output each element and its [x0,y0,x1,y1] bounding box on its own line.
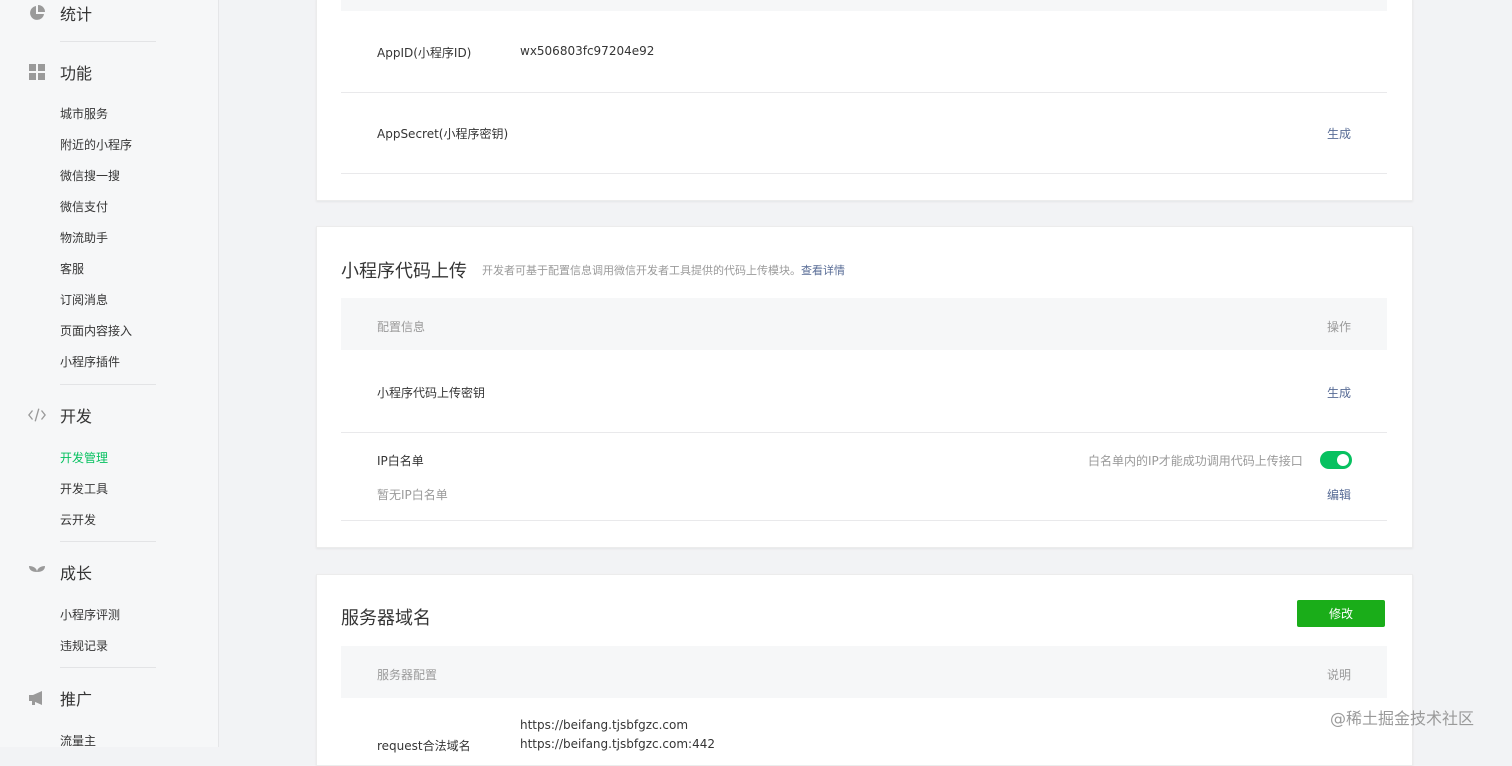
nav-group-label: 开发 [60,407,93,426]
section-title: 小程序代码上传 [341,261,467,282]
watermark: @稀土掘金技术社区 [1330,709,1475,728]
ip-whitelist-label: IP白名单 [377,454,424,468]
ip-whitelist-empty: 暂无IP白名单 [377,488,448,502]
code-upload-card: 小程序代码上传 开发者可基于配置信息调用微信开发者工具提供的代码上传模块。查看详… [316,226,1413,548]
appid-value: wx506803fc97204e92 [520,44,655,58]
divider [60,667,156,668]
sidebar-item-page-content[interactable]: 页面内容接入 [60,323,132,339]
section-description: 开发者可基于配置信息调用微信开发者工具提供的代码上传模块。查看详情 [482,262,845,278]
nav-group-growth[interactable]: 成长 [28,561,92,583]
sprout-icon [28,563,46,581]
column-header-config: 配置信息 [377,320,426,334]
nav-group-stats[interactable]: 统计 [28,2,92,24]
nav-group-label: 推广 [60,690,93,709]
sidebar-item-dev-tools[interactable]: 开发工具 [60,481,108,497]
appid-label: AppID(小程序ID) [377,46,472,60]
nav-group-label: 统计 [60,5,93,24]
row-divider [341,173,1387,174]
sidebar: 统计 功能 城市服务 附近的小程序 微信搜一搜 微信支付 物流助手 客服 订阅消… [0,0,219,748]
divider [60,384,156,385]
appsecret-generate-link[interactable]: 生成 [1327,125,1351,142]
ip-whitelist-edit-link[interactable]: 编辑 [1327,486,1351,503]
request-domain-value: https://beifang.tjsbfgzc.com [520,718,689,732]
column-header-description: 说明 [1327,668,1352,682]
sidebar-item-logistics[interactable]: 物流助手 [60,230,108,246]
pie-chart-icon [28,4,46,22]
grid-icon [28,63,46,81]
row-divider [341,432,1387,433]
code-icon [28,406,46,424]
table-header: 配置信息 操作 [341,298,1387,350]
view-details-link[interactable]: 查看详情 [801,264,845,277]
table-header: 服务器配置 说明 [341,646,1387,698]
ip-whitelist-toggle[interactable] [1320,451,1352,469]
sidebar-item-cloud-dev[interactable]: 云开发 [60,512,96,528]
sidebar-item-customer-service[interactable]: 客服 [60,261,84,277]
column-header-action: 操作 [1327,320,1352,334]
table-header-bar [341,0,1387,11]
sidebar-item-nearby[interactable]: 附近的小程序 [60,137,132,153]
row-divider [341,92,1387,93]
row-divider [341,520,1387,521]
divider [60,541,156,542]
sidebar-item-wechat-pay[interactable]: 微信支付 [60,199,108,215]
sidebar-item-plugins[interactable]: 小程序插件 [60,354,120,370]
upload-key-label: 小程序代码上传密钥 [377,386,486,400]
nav-group-label: 功能 [60,64,93,83]
sidebar-item-subscribe-msg[interactable]: 订阅消息 [60,292,108,308]
column-header-server-config: 服务器配置 [377,668,438,682]
sidebar-item-city-service[interactable]: 城市服务 [60,106,108,122]
description-text: 开发者可基于配置信息调用微信开发者工具提供的代码上传模块。 [482,264,801,277]
nav-group-develop[interactable]: 开发 [28,404,92,426]
server-domain-card: 服务器域名 修改 服务器配置 说明 request合法域名 https://be… [316,574,1413,766]
modify-button[interactable]: 修改 [1297,600,1385,627]
request-domain-label: request合法域名 [377,739,471,753]
nav-group-promotion[interactable]: 推广 [28,687,92,709]
megaphone-icon [28,689,46,707]
divider [60,41,156,42]
sidebar-item-evaluation[interactable]: 小程序评测 [60,607,120,623]
request-domain-value: https://beifang.tjsbfgzc.com:442 [520,737,715,751]
upload-key-generate-link[interactable]: 生成 [1327,384,1351,401]
nav-group-label: 成长 [60,564,93,583]
section-title: 服务器域名 [341,608,431,629]
sidebar-item-wechat-search[interactable]: 微信搜一搜 [60,168,120,184]
ip-whitelist-hint: 白名单内的IP才能成功调用代码上传接口 [1088,454,1303,468]
appsecret-label: AppSecret(小程序密钥) [377,127,509,141]
sidebar-item-dev-management[interactable]: 开发管理 [60,450,108,466]
sidebar-item-violations[interactable]: 违规记录 [60,638,108,654]
nav-group-features[interactable]: 功能 [28,61,92,83]
app-info-card: AppID(小程序ID) wx506803fc97204e92 AppSecre… [316,0,1413,201]
